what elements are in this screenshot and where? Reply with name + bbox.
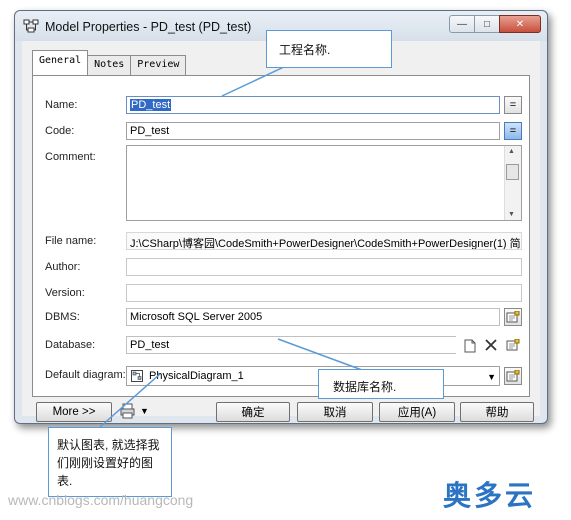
scroll-down-icon[interactable]: ▼: [508, 211, 515, 218]
properties-icon: [506, 339, 520, 351]
callout-project-name: 工程名称.: [266, 30, 392, 68]
properties-icon: [506, 311, 520, 323]
database-properties-button[interactable]: [504, 336, 522, 354]
model-properties-window: Model Properties - PD_test (PD_test) — □…: [14, 10, 548, 424]
apply-button[interactable]: 应用(A): [379, 402, 455, 422]
physical-diagram-icon: [131, 370, 143, 382]
version-input[interactable]: [126, 284, 522, 302]
watermark: www.cnblogs.com/huangcong: [8, 492, 194, 508]
minimize-icon: —: [457, 18, 467, 30]
brand-logo: 奥多云: [443, 480, 537, 511]
callout-default-diagram: 默认图表, 就选择我们刚刚设置好的图表.: [48, 427, 172, 497]
help-button[interactable]: 帮助: [460, 402, 534, 422]
author-label: Author:: [45, 261, 81, 273]
file-name-label: File name:: [45, 235, 97, 247]
name-input[interactable]: PD_test: [126, 96, 500, 114]
dbms-properties-button[interactable]: [504, 308, 522, 326]
name-value: PD_test: [130, 99, 172, 111]
file-name-value: J:\CSharp\博客园\CodeSmith+PowerDesigner\Co…: [130, 238, 522, 250]
comment-textarea[interactable]: ▲ ▼: [126, 145, 522, 221]
dbms-value: Microsoft SQL Server 2005: [130, 311, 263, 323]
new-document-icon[interactable]: [464, 339, 476, 353]
comment-label: Comment:: [45, 151, 96, 163]
dbms-label: DBMS:: [45, 311, 80, 323]
code-value: PD_test: [130, 125, 170, 137]
tab-preview[interactable]: Preview: [130, 55, 187, 75]
close-icon: ✕: [515, 18, 525, 30]
minimize-button[interactable]: —: [449, 15, 475, 33]
code-input[interactable]: PD_test: [126, 122, 500, 140]
print-dropdown-icon[interactable]: ▼: [140, 406, 149, 416]
tab-notes[interactable]: Notes: [87, 55, 132, 75]
chevron-down-icon[interactable]: ▼: [487, 372, 496, 382]
window-title: Model Properties - PD_test (PD_test): [45, 20, 252, 34]
cancel-button[interactable]: 取消: [297, 402, 373, 422]
file-name-field: J:\CSharp\博客园\CodeSmith+PowerDesigner\Co…: [126, 232, 522, 250]
dialog-client: General Notes Preview Name: PD_test = Co…: [22, 41, 540, 422]
name-label: Name:: [45, 99, 78, 111]
author-input[interactable]: [126, 258, 522, 276]
maximize-button[interactable]: □: [474, 15, 500, 33]
version-label: Version:: [45, 287, 85, 299]
comment-scrollbar[interactable]: ▲ ▼: [504, 146, 521, 220]
model-icon: [23, 19, 39, 33]
more-button[interactable]: More >>: [36, 402, 112, 422]
general-panel: Name: PD_test = Code: PD_test = Comment:…: [32, 75, 530, 397]
database-field: PD_test: [126, 336, 456, 354]
delete-x-icon[interactable]: [485, 339, 497, 351]
default-diagram-value: PhysicalDiagram_1: [149, 370, 244, 382]
tab-general[interactable]: General: [32, 50, 89, 75]
properties-icon: [506, 370, 520, 382]
code-name-link-button[interactable]: =: [504, 122, 522, 140]
code-label: Code:: [45, 125, 75, 137]
close-button[interactable]: ✕: [499, 15, 541, 33]
name-code-link-button[interactable]: =: [504, 96, 522, 114]
callout-database-name: 数据库名称.: [318, 369, 444, 399]
database-label: Database:: [45, 339, 96, 351]
maximize-icon: □: [483, 18, 491, 30]
print-icon[interactable]: [120, 403, 136, 419]
ok-button[interactable]: 确定: [216, 402, 290, 422]
scroll-up-icon[interactable]: ▲: [508, 148, 515, 155]
scroll-thumb[interactable]: [506, 164, 519, 180]
database-value: PD_test: [130, 339, 170, 351]
diagram-properties-button[interactable]: [504, 367, 522, 385]
dbms-field: Microsoft SQL Server 2005: [126, 308, 500, 326]
default-diagram-label: Default diagram:: [45, 369, 126, 381]
tab-strip: General Notes Preview: [32, 50, 187, 75]
